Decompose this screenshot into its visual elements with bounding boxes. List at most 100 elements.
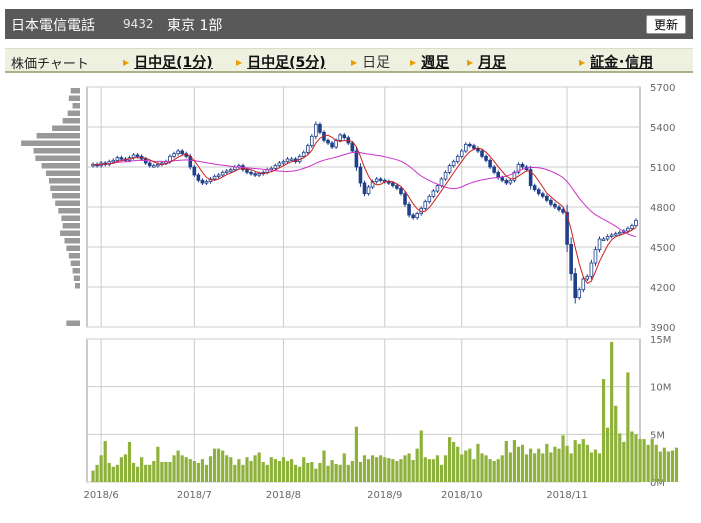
volume-bar [419,430,423,482]
candle-body [338,134,342,141]
volume-profile-bar [49,178,80,184]
volume-bar [188,459,192,482]
volume-bar [111,466,115,482]
volume-bar [261,461,265,482]
candle-body [439,178,444,187]
candle-body [330,142,334,148]
price-tick-label: 4500 [650,243,675,254]
volume-bar [589,452,594,482]
volume-bar [107,462,111,482]
volume-bar [435,455,440,482]
volume-bar [241,464,245,482]
volume-bar [204,464,209,482]
volume-bar [614,405,618,482]
volume-bar [379,455,383,482]
price-tick-label: 4800 [650,203,675,214]
candle-body [447,165,452,173]
volume-bar [358,461,363,482]
volume-bar [281,457,286,482]
candle-body [589,262,594,277]
volume-bar [115,464,119,482]
volume-profile-bar [70,88,80,94]
volume-bar [658,451,662,482]
volume-bar [472,459,476,482]
candle-body [581,278,586,291]
candle-body [350,142,355,152]
volume-bar [285,461,290,482]
volume-bar [354,426,358,482]
volume-bar [529,448,533,482]
volume-bar [391,459,395,482]
volume-bar [610,341,614,482]
date-tick-label: 2018/10 [441,490,483,501]
volume-profile-bar [50,185,80,191]
volume-bar [524,454,529,482]
volume-bar [200,459,205,482]
candle-body [216,174,221,177]
volume-bar [593,449,598,482]
volume-bar [427,459,431,482]
candle-body [597,238,602,251]
volume-bar [431,459,435,482]
volume-profile-bar [45,170,80,176]
candle-body [407,203,411,216]
candle-body [257,173,261,176]
volume-bar [508,452,512,482]
candle-body [463,143,468,152]
volume-bar [533,453,537,482]
candle-body [135,154,140,157]
candle-body [115,157,120,161]
volume-bar [257,452,261,482]
candle-body [617,231,622,235]
candle-body [147,162,152,167]
volume-profile-bar [33,148,80,154]
candle-body [326,139,330,144]
candle-body [553,203,557,208]
candle-body [472,145,476,149]
candle-body [532,185,537,191]
candle-body [172,153,176,157]
candle-body [301,151,306,157]
candle-body [245,169,249,173]
volume-bar [99,455,103,482]
volume-bar [322,450,326,482]
volume-bar [184,457,188,482]
volume-bar [164,461,168,482]
stock-chart: 570054005100480045004200390015M10M5M0M20… [21,83,679,501]
volume-bar [585,444,589,482]
price-tick-label: 4200 [650,283,675,294]
candle-body [536,189,541,195]
volume-bar [160,461,164,482]
candle-body [212,175,217,180]
volume-bar [439,464,444,482]
volume-bar [135,466,140,482]
volume-profile-bar [72,103,80,109]
candle-body [601,238,606,241]
volume-profile-bar [62,118,80,124]
volume-bar [192,461,196,482]
volume-bar [468,448,472,482]
candle-body [613,233,618,236]
candle-body [549,199,553,205]
volume-bar [520,444,525,482]
volume-bar [294,464,298,482]
volume-bar [642,439,646,482]
candle-body [626,227,630,232]
candle-body [358,166,363,184]
volume-bar [217,448,221,482]
volume-bar [289,459,294,482]
candle-body [540,193,545,197]
price-tick-label: 5700 [650,83,675,94]
candle-body [196,174,201,181]
candle-body [391,182,395,187]
candle-body [342,134,347,139]
volume-bar [622,441,626,482]
volume-bar [581,439,585,482]
candle-body [630,225,634,229]
volume-bar [597,453,602,482]
volume-bar [119,457,123,482]
volume-bar [654,444,658,482]
candle-body [399,187,403,195]
volume-bar [537,448,541,482]
candle-body [415,213,419,219]
